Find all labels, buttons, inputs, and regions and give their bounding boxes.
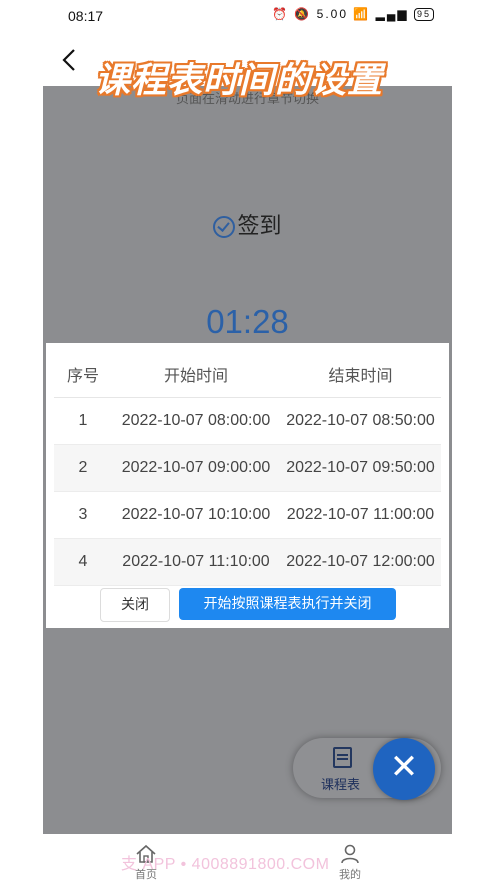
network-speed: 5.00: [316, 7, 349, 21]
watermark-text: 支 APP • 4008891800.COM: [121, 856, 330, 873]
check-circle-icon: [213, 216, 236, 238]
table-row: 3 2022-10-07 10:10:00 2022-10-07 11:00:0…: [54, 491, 441, 539]
row-start-time: 2022-10-07 08:00:00: [112, 397, 280, 445]
schedule-shortcut-label: 课程表: [321, 778, 361, 793]
schedule-dialog: 序号 开始时间 结束时间 1 2022-10-07 08:00:00 2022-…: [46, 343, 449, 628]
user-icon: [341, 844, 359, 864]
row-start-time: 2022-10-07 11:10:00: [112, 538, 280, 586]
close-button[interactable]: 关闭: [100, 588, 170, 622]
row-end-time: 2022-10-07 11:00:00: [280, 491, 441, 539]
battery-icon: 95: [413, 8, 434, 22]
row-index: 1: [54, 397, 112, 445]
row-end-time: 2022-10-07 08:50:00: [280, 397, 441, 445]
status-time: 08:17: [68, 8, 104, 24]
mute-icon: 🔕: [294, 7, 312, 21]
countdown-timer: 01:28: [206, 303, 289, 340]
back-arrow-icon[interactable]: [58, 46, 82, 74]
col-header-start: 开始时间: [112, 351, 280, 398]
row-end-time: 2022-10-07 09:50:00: [280, 444, 441, 492]
schedule-icon: [333, 747, 352, 768]
status-bar: 08:17 ⏰ 🔕 5.00 📶 ▂▄▆ 95: [43, 0, 452, 34]
col-header-index: 序号: [54, 351, 112, 398]
fab-close-button[interactable]: ✕: [373, 738, 435, 800]
table-row: 4 2022-10-07 11:10:00 2022-10-07 12:00:0…: [54, 538, 441, 586]
row-index: 4: [54, 538, 112, 586]
start-schedule-button[interactable]: 开始按照课程表执行并关闭: [179, 588, 396, 620]
status-icons: ⏰ 🔕 5.00 📶 ▂▄▆ 95: [272, 7, 434, 22]
row-index: 2: [54, 444, 112, 492]
row-index: 3: [54, 491, 112, 539]
tab-mine-label: 我的: [339, 868, 361, 881]
schedule-table: 序号 开始时间 结束时间 1 2022-10-07 08:00:00 2022-…: [54, 351, 441, 586]
row-start-time: 2022-10-07 09:00:00: [112, 444, 280, 492]
row-end-time: 2022-10-07 12:00:00: [280, 538, 441, 586]
checkin-label: 签到: [237, 214, 282, 239]
table-row: 1 2022-10-07 08:00:00 2022-10-07 08:50:0…: [54, 397, 441, 445]
checkin-status: 签到: [43, 208, 452, 240]
overlay-caption-title: 课程表时间的设置: [95, 61, 384, 101]
close-icon: ✕: [389, 747, 419, 787]
alarm-icon: ⏰: [272, 7, 290, 21]
table-row: 2 2022-10-07 09:00:00 2022-10-07 09:50:0…: [54, 444, 441, 492]
signal-icon: ▂▄▆: [375, 7, 409, 21]
row-start-time: 2022-10-07 10:10:00: [112, 491, 280, 539]
app-screen: 08:17 ⏰ 🔕 5.00 📶 ▂▄▆ 95 页面在滑动进行章节切换 签到 0…: [43, 0, 452, 883]
col-header-end: 结束时间: [280, 351, 441, 398]
wifi-icon: 📶: [353, 7, 371, 21]
